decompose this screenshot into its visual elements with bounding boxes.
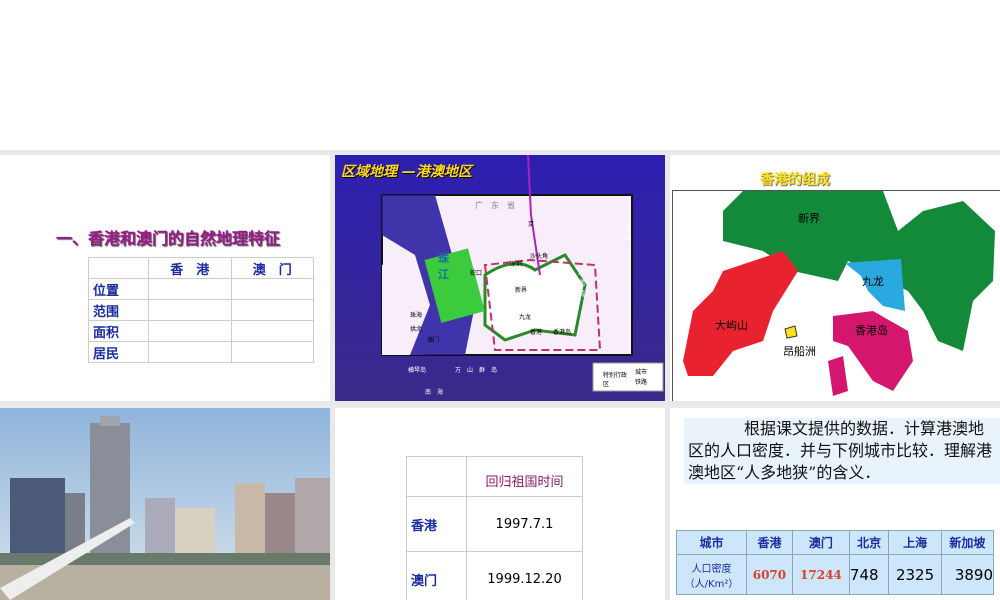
value: 6070 <box>746 554 793 595</box>
date: 1997.7.1 <box>466 496 583 552</box>
top-blank-area <box>0 0 1000 150</box>
slide-thumbnail-5[interactable]: 回归祖国时间 香港 1997.7.1 澳门 1999.12.20 <box>335 408 665 600</box>
slide-thumbnail-6[interactable]: 根据课文提供的数据．计算港澳地区的人口密度．并与下例城市比较．理解港澳地区“人多… <box>670 408 1000 600</box>
map-label: 大鹏湾 <box>578 268 585 298</box>
region-label: 新界 <box>798 212 820 225</box>
header: 澳门 <box>791 530 850 555</box>
header: 香港 <box>746 530 793 555</box>
region-map <box>335 155 665 401</box>
map-label: 珠海 <box>410 312 423 319</box>
legend-item: 特别行政区 <box>603 372 628 388</box>
value: 748 <box>848 554 890 595</box>
map-label: 深圳 <box>510 261 523 268</box>
map-label: 沙头角 <box>530 253 549 260</box>
map-label: 广 东 省 <box>475 201 515 210</box>
map-label: 南 海 <box>425 389 444 396</box>
legend-item: 铁路 <box>635 379 648 386</box>
header: 上海 <box>888 530 942 555</box>
features-table: 香 港澳 门 位置 范围 面积 居民 <box>88 257 314 363</box>
question-text: 根据课文提供的数据．计算港澳地区的人口密度．并与下例城市比较．理解港澳地区“人多… <box>684 418 1000 484</box>
slide-title: 区域地理 —港澳地区 <box>341 164 472 180</box>
header: 城市 <box>676 530 747 555</box>
row-label: 居民 <box>88 341 149 363</box>
header-hk: 香 港 <box>148 257 232 279</box>
map-label: 万 山 群 岛 <box>455 367 498 374</box>
slide-title: 一、香港和澳门的自然地理特征 <box>56 229 281 248</box>
region-label: 大屿山 <box>715 319 748 332</box>
header: 北京 <box>848 530 890 555</box>
map-label: 九龙 <box>519 314 532 321</box>
value: 2325 <box>888 554 942 595</box>
value: 3890 <box>940 554 995 595</box>
date: 1999.12.20 <box>466 551 583 600</box>
region-label: 昂船洲 <box>783 343 816 359</box>
map-label: 蛇口 <box>470 270 483 277</box>
legend-item: 城市 <box>635 369 648 376</box>
slide-thumbnail-4[interactable] <box>0 408 330 600</box>
row-label: 面积 <box>88 320 149 342</box>
header: 新加坡 <box>940 530 995 555</box>
row-label: 范围 <box>88 299 149 321</box>
map-label: 澳门 <box>427 337 440 344</box>
map-label: 大亚湾 <box>625 217 632 242</box>
map-label: 京 <box>528 221 535 228</box>
map-label: 珠江 <box>438 252 449 281</box>
header-macau: 澳 门 <box>230 257 314 279</box>
map-label: 新界 <box>515 287 528 294</box>
map-label: 香港 <box>530 329 543 336</box>
row-label: 香港 <box>406 496 467 552</box>
slide-title: 香港的组成 <box>760 172 830 188</box>
slide-thumbnail-2[interactable]: 区域地理 —港澳地区 广 东 省 京 珠江 深圳 沙头角 蛇口 新界 九龙 香港… <box>335 155 665 401</box>
header: 回归祖国时间 <box>466 456 583 497</box>
row-label: 人口密度（人/Km²） <box>676 554 747 595</box>
map-label: 香港岛 <box>553 329 572 336</box>
region-label: 九龙 <box>862 275 884 288</box>
handover-table: 回归祖国时间 香港 1997.7.1 澳门 1999.12.20 <box>406 456 583 600</box>
value: 17244 <box>791 554 850 595</box>
slide-thumbnail-3[interactable]: 香港的组成 新界 九龙 大屿山 香港岛 昂船洲 <box>670 155 1000 401</box>
slide-thumbnail-1[interactable]: 一、香港和澳门的自然地理特征 香 港澳 门 位置 范围 面积 居民 <box>0 155 330 401</box>
row-label: 位置 <box>88 278 149 300</box>
map-label: 横琴岛 <box>408 367 427 374</box>
hk-map <box>672 190 1000 401</box>
map-label: 拱北 <box>410 326 423 333</box>
row-label: 澳门 <box>406 551 467 600</box>
city-skyline-photo <box>0 408 330 600</box>
density-table: 城市 香港 澳门 北京 上海 新加坡 人口密度（人/Km²） 6070 17244 748… <box>676 530 995 595</box>
region-label: 香港岛 <box>855 324 888 337</box>
